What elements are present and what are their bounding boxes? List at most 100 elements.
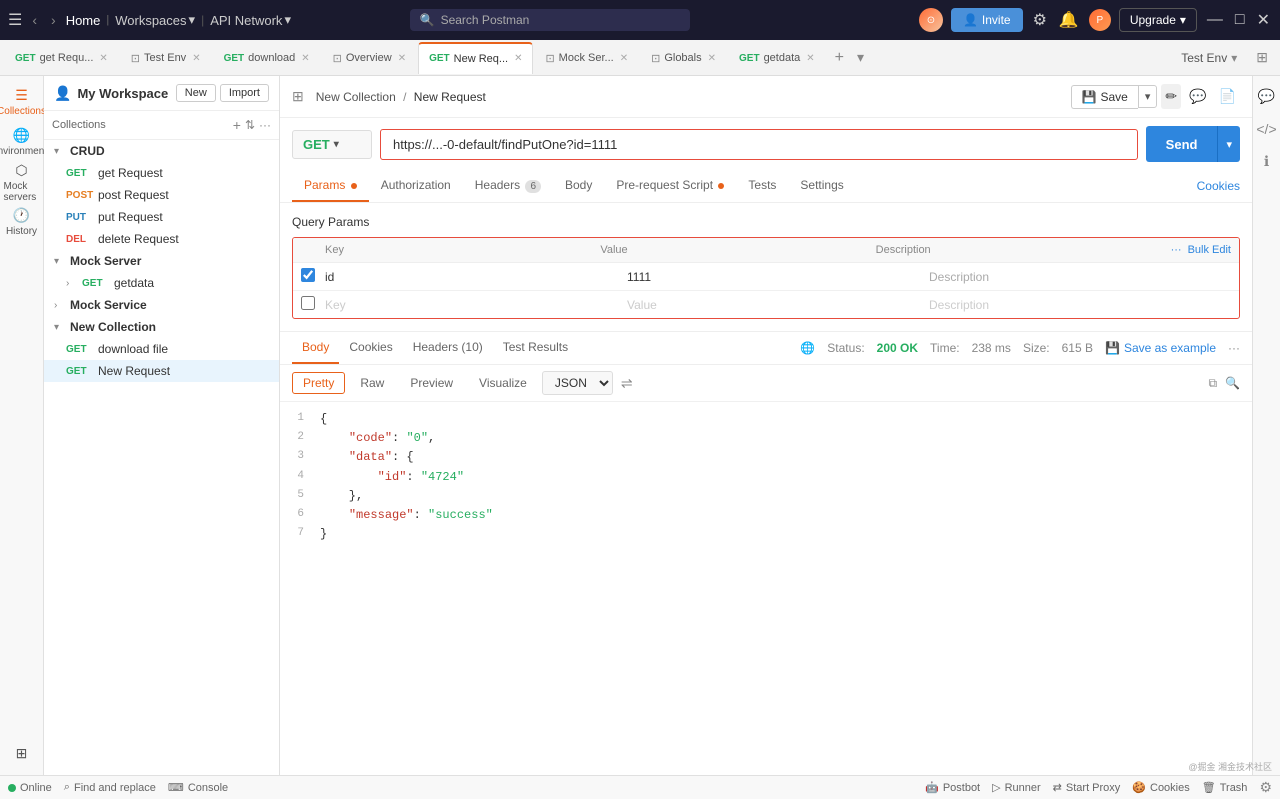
save-example-button[interactable]: 💾 Save as example (1105, 341, 1216, 355)
tree-item-get-request[interactable]: GET get Request (44, 162, 279, 184)
bell-icon[interactable]: 🔔 (1057, 8, 1081, 32)
tab-close-icon[interactable]: ✕ (99, 53, 107, 64)
bottom-item-postbot[interactable]: 🤖 Postbot (925, 781, 980, 794)
sidebar-item-teams[interactable]: ⊞ (4, 739, 40, 775)
tab-download[interactable]: GET download ✕ (213, 42, 321, 74)
format-type-selector[interactable]: JSON XML HTML Text (542, 371, 613, 395)
tab-authorization[interactable]: Authorization (369, 170, 463, 202)
tab-overview[interactable]: ⊡ Overview ✕ (322, 42, 417, 74)
method-selector[interactable]: GET ▾ (292, 130, 372, 159)
close-icon[interactable]: ✕ (1255, 8, 1272, 32)
tab-tests[interactable]: Tests (736, 170, 788, 202)
tree-item-put-request[interactable]: PUT put Request (44, 206, 279, 228)
more-icon[interactable]: ··· (1171, 244, 1182, 256)
tab-new-request[interactable]: GET New Req... ✕ (418, 42, 533, 74)
tree-section-new-collection[interactable]: ▾ New Collection (44, 316, 279, 338)
tree-item-delete-request[interactable]: DEL delete Request (44, 228, 279, 250)
tree-item-getdata[interactable]: › GET getdata (44, 272, 279, 294)
param-value[interactable]: 1111 (627, 270, 929, 284)
panel-toggle-icon[interactable]: ⊞ (1248, 49, 1276, 66)
bottom-item-online[interactable]: Online (8, 782, 52, 794)
right-panel-code-icon[interactable]: </> (1252, 117, 1280, 141)
format-raw-button[interactable]: Raw (349, 372, 395, 394)
bottom-item-find-replace[interactable]: ⌕ Find and replace (64, 781, 156, 794)
empty-checkbox[interactable] (301, 296, 315, 310)
search-response-icon[interactable]: 🔍 (1225, 376, 1240, 391)
tab-getdata[interactable]: GET getdata ✕ (728, 42, 826, 74)
bottom-item-runner[interactable]: ▷ Runner (992, 781, 1041, 794)
search-bar[interactable]: 🔍 Search Postman (410, 9, 690, 31)
tab-close-icon[interactable]: ✕ (806, 53, 814, 64)
maximize-icon[interactable]: □ (1233, 9, 1247, 31)
tab-close-icon[interactable]: ✕ (301, 53, 309, 64)
comment-icon-button[interactable]: 💬 (1185, 84, 1210, 109)
format-visualize-button[interactable]: Visualize (468, 372, 538, 394)
postman-icon[interactable]: P (1089, 9, 1111, 31)
import-button[interactable]: Import (220, 84, 269, 102)
sidebar-item-mock-servers[interactable]: ⬡ Mock servers (4, 164, 40, 200)
empty-value[interactable]: Value (627, 298, 929, 312)
cookies-link[interactable]: Cookies (1197, 179, 1240, 193)
sidebar-item-history[interactable]: 🕐 History (4, 204, 40, 240)
sidebar-item-environments[interactable]: 🌐 Environments (4, 124, 40, 160)
tab-close-icon[interactable]: ✕ (192, 53, 200, 64)
param-description[interactable]: Description (929, 270, 1231, 284)
save-main-button[interactable]: 💾 Save (1071, 85, 1138, 109)
param-key[interactable]: id (325, 270, 627, 284)
add-collection-icon[interactable]: + (229, 117, 245, 133)
bottom-more-icon[interactable]: ⚙ (1259, 779, 1272, 796)
copy-icon[interactable]: ⧉ (1208, 376, 1217, 391)
sidebar-item-collections[interactable]: ☰ Collections (4, 84, 40, 120)
forward-button[interactable]: › (47, 10, 60, 30)
tab-params[interactable]: Params (292, 170, 369, 202)
new-tab-button[interactable]: + (827, 49, 852, 67)
bulk-edit-label[interactable]: Bulk Edit (1188, 244, 1231, 256)
right-panel-info-icon[interactable]: ℹ (1260, 149, 1273, 174)
tab-headers[interactable]: Headers 6 (463, 170, 553, 202)
tab-pre-request[interactable]: Pre-request Script (604, 170, 736, 202)
tab-close-icon[interactable]: ✕ (514, 53, 522, 64)
empty-key[interactable]: Key (325, 298, 627, 312)
tab-test-env[interactable]: ⊡ Test Env ✕ (120, 42, 212, 74)
format-pretty-button[interactable]: Pretty (292, 372, 345, 394)
bottom-item-start-proxy[interactable]: ⇄ Start Proxy (1053, 781, 1121, 794)
back-button[interactable]: ‹ (28, 10, 41, 30)
invite-button[interactable]: 👤 Invite (951, 8, 1023, 32)
info-icon-button[interactable]: 📄 (1215, 84, 1240, 109)
tree-item-new-request[interactable]: GET New Request (44, 360, 279, 382)
tab-mock-ser[interactable]: ⊡ Mock Ser... ✕ (534, 42, 639, 74)
tree-section-mock-service[interactable]: › Mock Service (44, 294, 279, 316)
new-button[interactable]: New (176, 84, 216, 102)
sort-collection-icon[interactable]: ⇅ (245, 118, 255, 132)
send-dropdown-button[interactable]: ▾ (1217, 126, 1240, 162)
param-checkbox[interactable] (301, 268, 315, 282)
save-dropdown-button[interactable]: ▾ (1138, 85, 1158, 108)
response-tab-headers[interactable]: Headers (10) (403, 332, 493, 364)
upgrade-button[interactable]: Upgrade ▾ (1119, 8, 1197, 32)
tab-globals[interactable]: ⊡ Globals ✕ (640, 42, 727, 74)
right-panel-chat-icon[interactable]: 💬 (1254, 84, 1279, 109)
tab-settings[interactable]: Settings (788, 170, 855, 202)
bottom-item-trash[interactable]: 🗑 Trash (1202, 781, 1248, 794)
tab-close-icon[interactable]: ✕ (708, 53, 716, 64)
menu-icon[interactable]: ☰ (8, 10, 22, 30)
api-network-button[interactable]: API Network ▾ (210, 12, 291, 28)
tab-close-icon[interactable]: ✕ (398, 53, 406, 64)
tree-item-post-request[interactable]: POST post Request (44, 184, 279, 206)
more-collection-icon[interactable]: ··· (259, 118, 271, 132)
settings-icon[interactable]: ⚙ (1031, 8, 1049, 32)
tab-close-icon[interactable]: ✕ (620, 53, 628, 64)
tree-item-download-file[interactable]: GET download file (44, 338, 279, 360)
minimize-icon[interactable]: — (1205, 9, 1225, 31)
bottom-item-cookies[interactable]: 🍪 Cookies (1132, 781, 1189, 794)
response-tab-body[interactable]: Body (292, 332, 339, 364)
tab-body[interactable]: Body (553, 170, 604, 202)
tree-section-mock-server[interactable]: ▾ Mock Server (44, 250, 279, 272)
environment-selector[interactable]: Test Env ▾ (1171, 51, 1247, 65)
response-more-icon[interactable]: ··· (1228, 341, 1240, 355)
breadcrumb-parent[interactable]: New Collection (316, 90, 396, 104)
bottom-item-console[interactable]: ⌨ Console (168, 781, 228, 794)
format-preview-button[interactable]: Preview (399, 372, 464, 394)
home-link[interactable]: Home (66, 13, 101, 28)
send-button[interactable]: Send (1146, 126, 1218, 162)
